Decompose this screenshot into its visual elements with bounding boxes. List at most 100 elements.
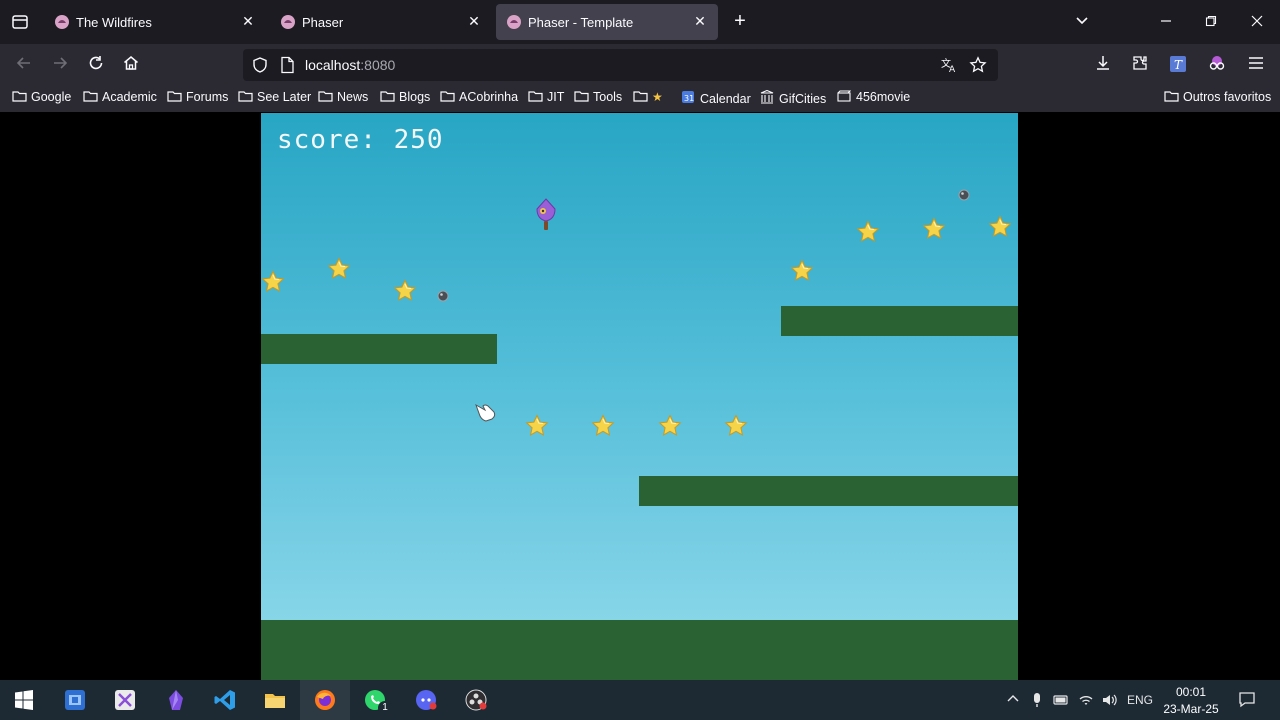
- bookmark-label: JIT: [547, 90, 565, 104]
- other-bookmarks[interactable]: Outros favoritos: [1164, 90, 1271, 108]
- calendar-icon: 31: [681, 90, 696, 103]
- folder-icon: [238, 90, 253, 102]
- bookmark-label: Google: [31, 90, 72, 104]
- folder-star-icon: [633, 90, 648, 102]
- minimize-button[interactable]: [1156, 12, 1176, 32]
- bookmark-item[interactable]: Blogs: [380, 90, 430, 108]
- back-button[interactable]: [13, 54, 35, 76]
- bookmark-item[interactable]: Google: [12, 90, 71, 108]
- svg-text:A: A: [949, 65, 956, 74]
- close-icon[interactable]: ✕: [692, 13, 708, 29]
- tab-bar: The Wildfires ✕ Phaser ✕ Phaser - Templa…: [0, 0, 1280, 44]
- extension-t-icon[interactable]: T: [1167, 54, 1189, 76]
- star-collectible: [591, 414, 615, 438]
- tab-phaser[interactable]: Phaser ✕: [270, 4, 492, 40]
- address-bar[interactable]: localhost:8080 文A: [243, 49, 998, 81]
- folder-icon: [1164, 90, 1179, 102]
- score-text: score: 250: [277, 125, 444, 155]
- star-collectible: [261, 270, 285, 294]
- reload-button[interactable]: [85, 54, 107, 76]
- bookmark-label: Calendar: [700, 92, 751, 106]
- bookmark-label: News: [337, 90, 369, 104]
- bookmark-star-icon[interactable]: [969, 56, 987, 79]
- game-canvas[interactable]: score: 250: [261, 113, 1018, 680]
- bookmark-item[interactable]: JIT: [528, 90, 564, 108]
- phaser-favicon-icon: [54, 14, 70, 30]
- clock[interactable]: 00:01 23-Mar-25: [1160, 684, 1222, 718]
- notification-center-icon[interactable]: [1238, 690, 1256, 711]
- folder-icon: [167, 90, 182, 102]
- bookmark-item[interactable]: 456movie: [837, 90, 910, 108]
- bookmark-item[interactable]: News: [318, 90, 368, 108]
- tab-phaser-template[interactable]: Phaser - Template ✕: [496, 4, 718, 40]
- bookmark-label: Tools: [593, 90, 623, 104]
- vscode-icon[interactable]: [213, 688, 237, 712]
- bookmark-item[interactable]: Tools: [574, 90, 622, 108]
- phaser-favicon-icon: [280, 14, 296, 30]
- navigation-toolbar: localhost:8080 文A T: [0, 44, 1280, 86]
- menu-hamburger-icon[interactable]: [1245, 54, 1267, 76]
- snipping-tool-icon[interactable]: [113, 688, 137, 712]
- battery-icon[interactable]: [1053, 692, 1069, 711]
- platform: [639, 476, 1018, 506]
- restore-button[interactable]: [1201, 12, 1221, 32]
- page-info-icon[interactable]: [279, 56, 295, 79]
- bookmark-item[interactable]: GifCities: [760, 89, 826, 108]
- account-mask-icon[interactable]: [1206, 54, 1228, 76]
- forward-button[interactable]: [49, 54, 71, 76]
- wifi-icon[interactable]: [1078, 692, 1094, 711]
- svg-text:31: 31: [684, 94, 694, 103]
- volume-icon[interactable]: [1101, 692, 1117, 711]
- tab-label: The Wildfires: [76, 15, 152, 30]
- tab-label: Phaser: [302, 15, 344, 30]
- bookmark-item[interactable]: 31 Calendar: [681, 90, 751, 108]
- firefox-icon[interactable]: [300, 680, 350, 720]
- microphone-icon[interactable]: [1031, 692, 1043, 711]
- windows-taskbar: 1 ENG 00:01 23-Mar-25: [0, 680, 1280, 720]
- language-indicator[interactable]: ENG: [1127, 693, 1153, 707]
- tray-chevron-up-icon[interactable]: [1006, 692, 1020, 709]
- downloads-icon[interactable]: [1092, 54, 1114, 76]
- store-app-icon[interactable]: [63, 688, 87, 712]
- platform: [781, 306, 1018, 336]
- url-port: :8080: [360, 57, 396, 73]
- star-icon: ★: [652, 90, 663, 104]
- close-window-button[interactable]: [1247, 12, 1267, 32]
- bookmark-item[interactable]: Academic: [83, 90, 157, 108]
- tab-wildfires[interactable]: The Wildfires ✕: [44, 4, 266, 40]
- bookmark-item[interactable]: Forums: [167, 90, 228, 108]
- whatsapp-icon[interactable]: 1: [363, 688, 392, 715]
- close-icon[interactable]: ✕: [240, 13, 256, 29]
- folder-icon: [83, 90, 98, 102]
- obs-studio-icon[interactable]: [464, 688, 488, 712]
- new-tab-button[interactable]: +: [730, 11, 750, 32]
- tab-overflow-chevron-icon[interactable]: [1072, 12, 1092, 32]
- star-collectible: [724, 414, 748, 438]
- close-icon[interactable]: ✕: [466, 13, 482, 29]
- extensions-icon[interactable]: [1129, 54, 1151, 76]
- film-icon: [837, 90, 852, 102]
- star-collectible: [988, 215, 1012, 239]
- bookmark-item[interactable]: ★: [633, 90, 663, 108]
- windows-start-icon[interactable]: [12, 688, 36, 712]
- translate-icon[interactable]: 文A: [940, 56, 958, 79]
- star-collectible: [658, 414, 682, 438]
- home-button[interactable]: [120, 54, 142, 76]
- hand-pointer-cursor-icon: [471, 397, 499, 425]
- tab-list-icon[interactable]: [10, 12, 30, 32]
- folder-icon: [12, 90, 27, 102]
- folder-icon: [318, 90, 333, 102]
- bookmark-item[interactable]: ACobrinha: [440, 90, 518, 108]
- clock-time: 00:01: [1175, 685, 1207, 699]
- bookmark-item[interactable]: See Later: [238, 90, 311, 108]
- obsidian-icon[interactable]: [164, 688, 188, 712]
- phaser-favicon-icon: [506, 14, 522, 30]
- star-collectible: [790, 259, 814, 283]
- url-text[interactable]: localhost:8080: [305, 57, 395, 73]
- discord-icon[interactable]: [414, 688, 438, 712]
- shield-icon[interactable]: [251, 56, 269, 79]
- url-host: localhost: [305, 57, 361, 73]
- bookmark-label: ACobrinha: [459, 90, 519, 104]
- clock-date: 23-Mar-25: [1163, 702, 1219, 716]
- file-explorer-icon[interactable]: [263, 688, 287, 712]
